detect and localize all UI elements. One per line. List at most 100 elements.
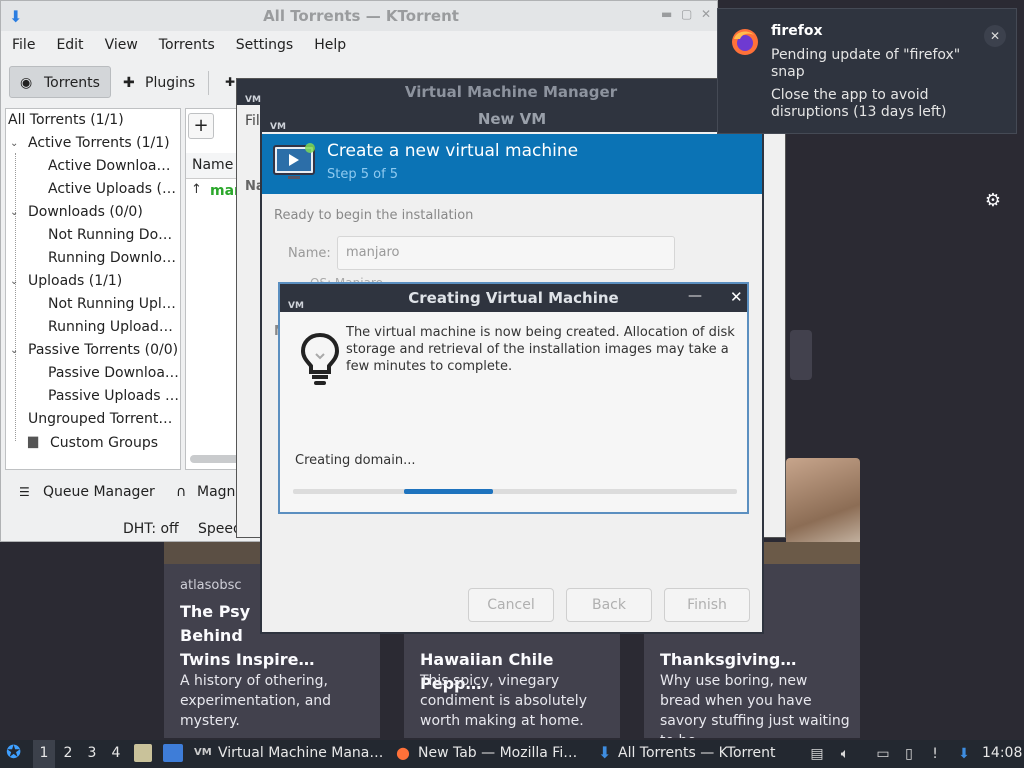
- menu-file[interactable]: Fil: [245, 113, 260, 129]
- group-not-running-downloads[interactable]: Not Running Do…: [48, 224, 172, 246]
- chevron-down-icon[interactable]: ⌄: [10, 138, 18, 149]
- dht-status: DHT: off: [123, 521, 179, 537]
- group-running-uploads[interactable]: Running Upload…: [48, 316, 173, 338]
- firefox-icon: [732, 29, 758, 55]
- status-text: Creating domain...: [295, 453, 416, 468]
- notification-summary: Pending update of "firefox" snap: [771, 47, 961, 80]
- story-source: atlasobsc: [180, 578, 242, 593]
- group-custom-groups[interactable]: Custom Groups: [50, 432, 158, 454]
- plugins-label: Plugins: [145, 75, 196, 91]
- plugins-button[interactable]: ✚ Plugins: [121, 67, 201, 99]
- monitor-icon: [273, 143, 315, 179]
- chevron-down-icon[interactable]: ⌄: [10, 207, 18, 218]
- group-uploads[interactable]: Uploads (1/1): [28, 270, 122, 292]
- taskbar: ✪ 1 2 3 4 VM Virtual Machine Mana… ● New…: [0, 740, 1024, 768]
- torrents-tab-button[interactable]: ◉ Torrents: [9, 66, 111, 98]
- vm-app-icon: VM: [194, 747, 212, 758]
- torrents-icon: ◉: [20, 75, 33, 91]
- finish-button[interactable]: Finish: [664, 588, 750, 622]
- toolbar-icon[interactable]: ✚: [225, 75, 235, 89]
- dialog-body: The virtual machine is now being created…: [280, 312, 747, 512]
- menu-torrents[interactable]: Torrents: [148, 33, 225, 53]
- minimize-icon[interactable]: ▬: [661, 7, 672, 21]
- add-icon[interactable]: +: [188, 113, 214, 139]
- monitor-icon[interactable]: ▭: [874, 745, 892, 763]
- close-icon[interactable]: ✕: [984, 25, 1006, 47]
- lightbulb-icon: [300, 332, 340, 385]
- magnet-tab[interactable]: Magn: [197, 484, 235, 500]
- group-passive-torrents[interactable]: Passive Torrents (0/0): [28, 339, 178, 361]
- cancel-button[interactable]: Cancel: [468, 588, 554, 622]
- story-title: Thanksgiving…: [660, 650, 797, 669]
- workspace-1[interactable]: 1: [33, 740, 55, 768]
- menu-settings[interactable]: Settings: [225, 33, 303, 53]
- dialog-title: Creating Virtual Machine: [408, 289, 619, 307]
- group-tree: All Torrents (1/1) ⌄ Active Torrents (1/…: [5, 108, 181, 470]
- menu-help[interactable]: Help: [303, 33, 356, 53]
- name-field[interactable]: manjaro: [337, 236, 675, 270]
- torrents-label: Torrents: [44, 75, 100, 91]
- magnet-icon: ∩: [176, 484, 187, 500]
- desktop-icon[interactable]: [163, 744, 183, 762]
- tree-line: [15, 153, 16, 441]
- close-icon[interactable]: ✕: [730, 288, 743, 306]
- wizard-title: Create a new virtual machine: [327, 141, 579, 161]
- minimize-icon[interactable]: —: [688, 288, 702, 304]
- back-button[interactable]: Back: [566, 588, 652, 622]
- workspace-2[interactable]: 2: [57, 740, 79, 768]
- file-manager-icon[interactable]: [134, 744, 152, 762]
- queue-icon: ☰: [19, 485, 30, 499]
- menu-file[interactable]: File: [1, 33, 45, 53]
- group-active-uploads[interactable]: Active Uploads (…: [48, 178, 176, 200]
- progress-bar: [293, 489, 737, 494]
- chevron-down-icon[interactable]: ⌄: [10, 345, 18, 356]
- menu-edit[interactable]: Edit: [45, 33, 93, 53]
- taskbar-window-ktorrent[interactable]: All Torrents — KTorrent: [618, 740, 775, 768]
- taskbar-window-firefox[interactable]: New Tab — Mozilla Fi…: [418, 740, 577, 768]
- group-not-running-uploads[interactable]: Not Running Upl…: [48, 293, 176, 315]
- group-passive-downloads[interactable]: Passive Downloa…: [48, 362, 179, 384]
- group-running-downloads[interactable]: Running Downlo…: [48, 247, 176, 269]
- group-passive-uploads[interactable]: Passive Uploads …: [48, 385, 179, 407]
- title-bar[interactable]: VM Virtual Machine Manager: [237, 79, 785, 105]
- group-all-torrents[interactable]: All Torrents (1/1): [8, 109, 124, 131]
- ktorrent-tray-icon[interactable]: ⬇: [955, 745, 973, 763]
- wizard-step: Step 5 of 5: [327, 167, 399, 182]
- notification-body: Close the app to avoid disruptions (13 d…: [771, 87, 947, 120]
- group-active-downloads[interactable]: Active Downloa…: [48, 155, 170, 177]
- clock[interactable]: 14:08: [982, 740, 1022, 768]
- start-menu-icon[interactable]: ✪: [6, 740, 28, 768]
- notes-icon[interactable]: ▯: [900, 745, 918, 763]
- shortcut-tile[interactable]: [790, 330, 812, 380]
- group-ungrouped-torrents[interactable]: Ungrouped Torrent…: [28, 408, 172, 430]
- notification-popup[interactable]: firefox Pending update of "firefox" snap…: [717, 8, 1017, 134]
- title-bar[interactable]: VM New VM: [262, 106, 762, 132]
- title-bar[interactable]: VM Creating Virtual Machine: [280, 284, 747, 312]
- group-active-torrents[interactable]: Active Torrents (1/1): [28, 132, 170, 154]
- horizontal-scrollbar[interactable]: [190, 455, 242, 463]
- story-description: Why use boring, new bread when you have …: [660, 673, 850, 738]
- gear-icon[interactable]: ⚙: [982, 190, 1004, 212]
- progress-dialog: VM Creating Virtual Machine — ✕ The virt…: [278, 282, 749, 514]
- update-notice-icon[interactable]: !: [926, 745, 944, 763]
- workspace-4[interactable]: 4: [105, 740, 127, 768]
- firefox-icon: ●: [396, 743, 410, 762]
- title-bar[interactable]: ⬇ All Torrents — KTorrent ▬ ▢ ✕: [1, 1, 717, 31]
- queue-manager-tab[interactable]: Queue Manager: [43, 484, 155, 500]
- menu-view[interactable]: View: [94, 33, 148, 53]
- close-icon[interactable]: ✕: [701, 7, 711, 21]
- progress-fill: [404, 489, 493, 494]
- ktorrent-app-icon: ⬇: [598, 743, 612, 762]
- wizard-header: Create a new virtual machine Step 5 of 5: [262, 134, 762, 194]
- window-title: Virtual Machine Manager: [404, 83, 618, 101]
- upload-arrow-icon: ↑: [191, 182, 202, 197]
- volume-icon[interactable]: 🔈︎: [836, 745, 854, 763]
- name-label: Name:: [288, 246, 331, 261]
- folder-icon: ▆: [28, 434, 38, 449]
- taskbar-window-vmm[interactable]: Virtual Machine Mana…: [218, 740, 383, 768]
- chevron-down-icon[interactable]: ⌄: [10, 276, 18, 287]
- group-downloads[interactable]: Downloads (0/0): [28, 201, 143, 223]
- clipboard-icon[interactable]: ▤: [808, 745, 826, 763]
- workspace-3[interactable]: 3: [81, 740, 103, 768]
- maximize-icon[interactable]: ▢: [681, 7, 692, 21]
